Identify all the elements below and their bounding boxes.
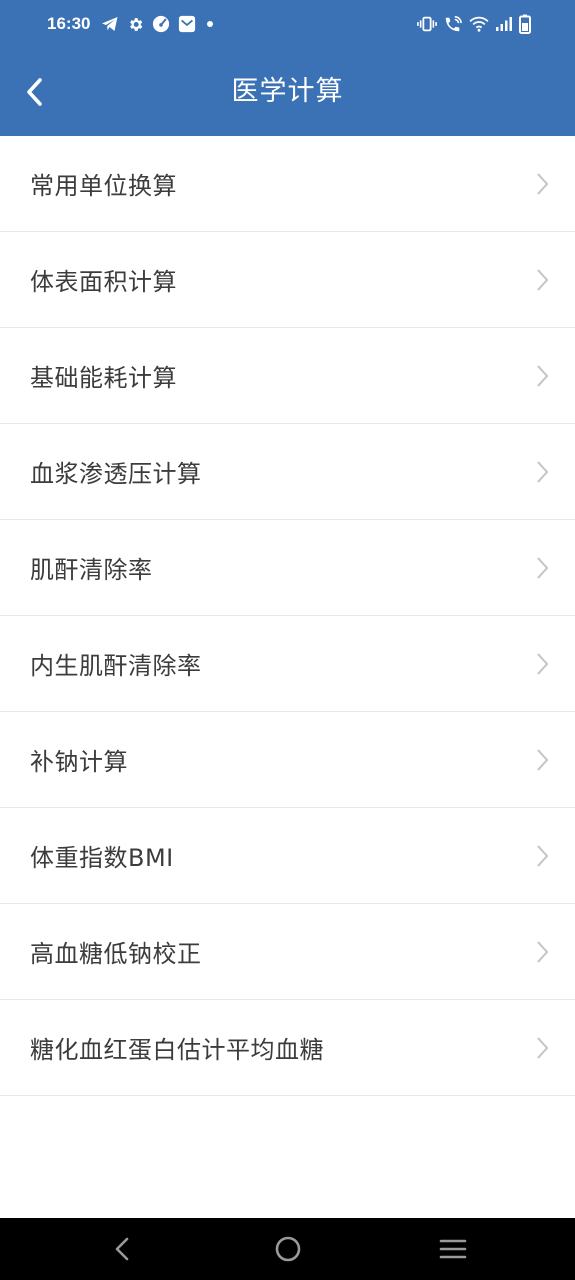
list-item-basal-energy[interactable]: 基础能耗计算 xyxy=(0,328,575,424)
list-item-sodium-supplement[interactable]: 补钠计算 xyxy=(0,712,575,808)
recents-menu-icon xyxy=(439,1239,467,1259)
nav-back-button[interactable] xyxy=(87,1218,157,1280)
list-item-label: 体重指数BMI xyxy=(30,844,174,872)
header: 16:30 医学计算 xyxy=(0,0,575,136)
telegram-icon xyxy=(102,17,118,31)
battery-icon xyxy=(519,14,531,34)
list-item-label: 基础能耗计算 xyxy=(30,364,177,392)
wifi-icon xyxy=(469,16,489,32)
list-item-bmi[interactable]: 体重指数BMI xyxy=(0,808,575,904)
list-item-creatinine-clearance[interactable]: 肌酐清除率 xyxy=(0,520,575,616)
app-bar: 医学计算 xyxy=(0,48,575,136)
nav-recents-button[interactable] xyxy=(418,1218,488,1280)
signal-icon xyxy=(496,17,512,31)
chevron-right-icon xyxy=(537,365,549,387)
chevron-right-icon xyxy=(537,1037,549,1059)
list-item-label: 血浆渗透压计算 xyxy=(30,460,202,488)
chevron-right-icon xyxy=(537,557,549,579)
list-item-plasma-osmolality[interactable]: 血浆渗透压计算 xyxy=(0,424,575,520)
list-item-label: 体表面积计算 xyxy=(30,268,177,296)
status-bar: 16:30 xyxy=(0,0,575,48)
nav-back-icon xyxy=(115,1237,129,1261)
list-item-label: 高血糖低钠校正 xyxy=(30,940,202,968)
list-item-body-surface-area[interactable]: 体表面积计算 xyxy=(0,232,575,328)
list-item-label: 常用单位换算 xyxy=(30,172,177,200)
app-root: 16:30 医学计算 常用单位换算 体表面积计算 基础能耗计算 血浆渗透压计算 … xyxy=(0,0,575,1280)
list-item-label: 肌酐清除率 xyxy=(30,556,153,584)
vibrate-icon xyxy=(417,16,437,32)
dot-icon xyxy=(207,21,213,27)
chevron-right-icon xyxy=(537,461,549,483)
chevron-right-icon xyxy=(537,269,549,291)
page-title: 医学计算 xyxy=(231,76,344,107)
calculator-list: 常用单位换算 体表面积计算 基础能耗计算 血浆渗透压计算 肌酐清除率 内生肌酐清… xyxy=(0,136,575,1096)
chevron-right-icon xyxy=(537,941,549,963)
list-item-label: 补钠计算 xyxy=(30,748,128,776)
chevron-right-icon xyxy=(537,749,549,771)
status-left-icons xyxy=(101,13,216,35)
gauge-icon xyxy=(152,15,170,33)
chevron-right-icon xyxy=(537,653,549,675)
list-item-endogenous-creatinine-clearance[interactable]: 内生肌酐清除率 xyxy=(0,616,575,712)
gear-icon xyxy=(130,17,143,31)
home-icon xyxy=(275,1236,301,1262)
nav-home-button[interactable] xyxy=(253,1218,323,1280)
wifi-call-icon xyxy=(445,15,462,32)
chevron-right-icon xyxy=(537,173,549,195)
system-nav-bar xyxy=(0,1218,575,1280)
status-right-icons xyxy=(417,13,531,35)
list-item-unit-conversion[interactable]: 常用单位换算 xyxy=(0,136,575,232)
chevron-right-icon xyxy=(537,845,549,867)
list-item-label: 糖化血红蛋白估计平均血糖 xyxy=(30,1036,324,1064)
mail-icon xyxy=(178,15,196,33)
list-item-hba1c-average-glucose[interactable]: 糖化血红蛋白估计平均血糖 xyxy=(0,1000,575,1096)
status-time: 16:30 xyxy=(47,14,91,33)
list-item-hyperglycemia-sodium-correction[interactable]: 高血糖低钠校正 xyxy=(0,904,575,1000)
list-item-label: 内生肌酐清除率 xyxy=(30,652,202,680)
